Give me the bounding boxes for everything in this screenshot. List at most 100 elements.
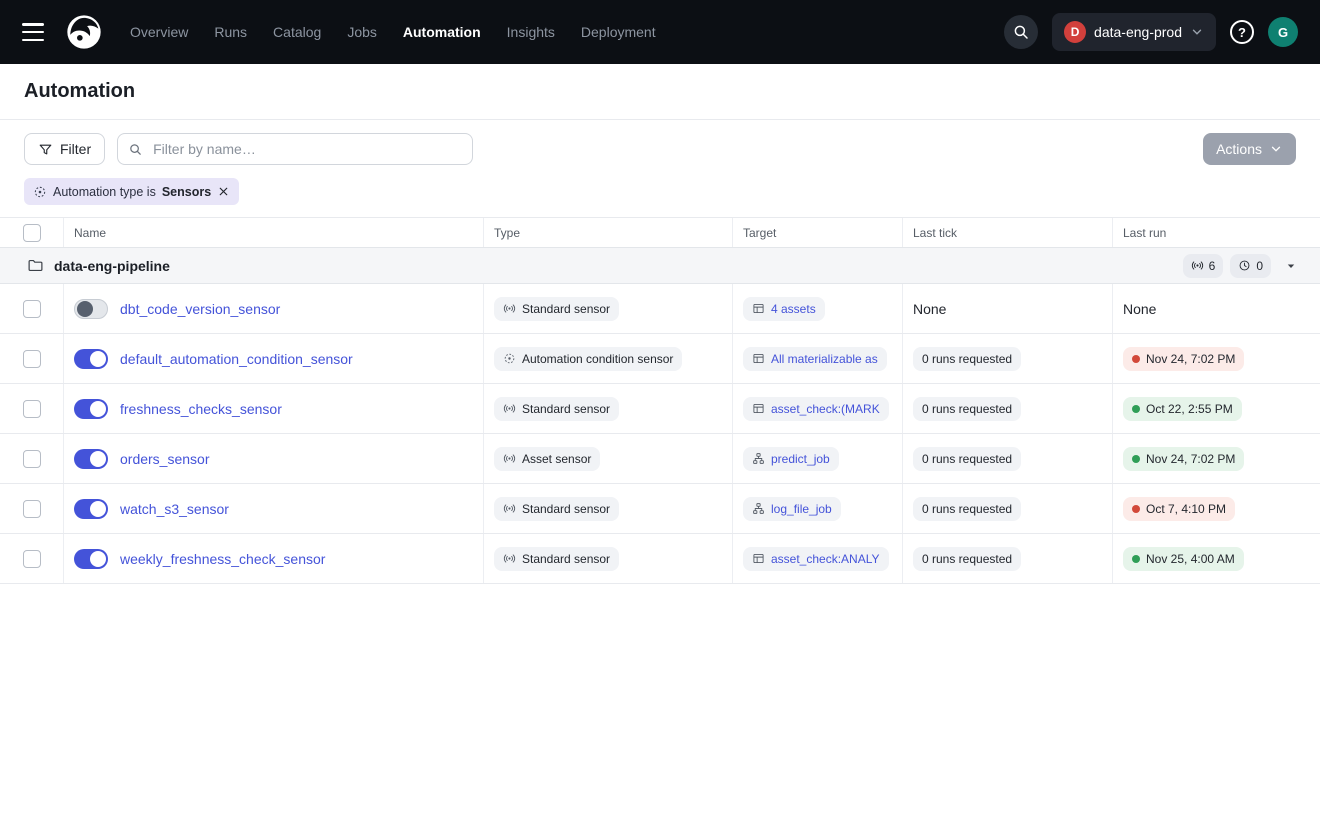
nav-item-overview[interactable]: Overview [130,24,188,40]
target-badge: predict_job [743,447,839,471]
last-tick-badge: 0 runs requested [913,447,1021,471]
automation-table: Name Type Target Last tick Last run data… [0,218,1320,584]
target-badge: 4 assets [743,297,825,321]
main-nav: Overview Runs Catalog Jobs Automation In… [130,24,656,40]
row-checkbox[interactable] [23,450,41,468]
chevron-down-icon [1269,142,1283,156]
target-link[interactable]: asset_check:ANALY [771,552,880,566]
sensor-name-link[interactable]: default_automation_condition_sensor [120,351,353,367]
sensor-icon [503,552,516,565]
run-status-dot [1132,555,1140,563]
sensor-type-badge: Standard sensor [494,397,619,421]
column-header-last-run: Last run [1113,218,1320,247]
close-icon[interactable] [217,185,230,198]
sensor-name-link[interactable]: weekly_freshness_check_sensor [120,551,325,567]
target-link[interactable]: 4 assets [771,302,816,316]
actions-button[interactable]: Actions [1203,133,1296,165]
target-link[interactable]: predict_job [771,452,830,466]
sensor-name-link[interactable]: orders_sensor [120,451,210,467]
nav-item-runs[interactable]: Runs [214,24,247,40]
nav-item-automation[interactable]: Automation [403,24,481,40]
schedule-count-badge: 0 [1230,254,1271,278]
sensor-icon [503,302,516,315]
table-row: weekly_freshness_check_sensor Standard s… [0,534,1320,584]
target-link[interactable]: asset_check:(MARK [771,402,880,416]
target-badge: log_file_job [743,497,841,521]
filter-button[interactable]: Filter [24,133,105,165]
sensor-type-badge: Automation condition sensor [494,347,682,371]
code-location-group-row: data-eng-pipeline 6 0 [0,248,1320,284]
last-run-badge[interactable]: Oct 7, 4:10 PM [1123,497,1235,521]
deployment-selector[interactable]: D data-eng-prod [1052,13,1216,51]
sensor-name-link[interactable]: freshness_checks_sensor [120,401,282,417]
last-tick-badge: 0 runs requested [913,547,1021,571]
page-header: Automation [0,64,1320,120]
sensor-name-link[interactable]: watch_s3_sensor [120,501,229,517]
code-location-name: data-eng-pipeline [54,258,170,274]
user-avatar[interactable]: G [1268,17,1298,47]
last-tick-value: None [913,301,946,317]
job-icon [752,502,765,515]
sensor-toggle[interactable] [74,349,108,369]
automation-condition-icon [503,352,516,365]
last-run-badge[interactable]: Nov 24, 7:02 PM [1123,447,1244,471]
nav-item-deployment[interactable]: Deployment [581,24,656,40]
deployment-name: data-eng-prod [1094,24,1182,40]
column-header-type: Type [484,218,733,247]
last-run-badge[interactable]: Nov 24, 7:02 PM [1123,347,1244,371]
name-filter-input[interactable] [151,140,462,158]
last-tick-badge: 0 runs requested [913,497,1021,521]
column-header-target: Target [733,218,903,247]
select-all-checkbox[interactable] [23,224,41,242]
row-checkbox[interactable] [23,400,41,418]
collapse-group-icon[interactable] [1278,257,1304,275]
table-row: dbt_code_version_sensor Standard sensor … [0,284,1320,334]
sensor-toggle[interactable] [74,499,108,519]
funnel-icon [38,142,53,157]
last-tick-badge: 0 runs requested [913,347,1021,371]
sensor-name-link[interactable]: dbt_code_version_sensor [120,301,280,317]
sensor-count-badge: 6 [1183,254,1224,278]
hamburger-menu-icon[interactable] [20,22,46,42]
row-checkbox[interactable] [23,500,41,518]
row-checkbox[interactable] [23,550,41,568]
nav-item-catalog[interactable]: Catalog [273,24,321,40]
nav-item-insights[interactable]: Insights [507,24,555,40]
filter-button-label: Filter [60,141,91,157]
dagster-logo-icon[interactable] [64,12,104,52]
last-run-badge[interactable]: Oct 22, 2:55 PM [1123,397,1242,421]
table-row: orders_sensor Asset sensor predict_job 0… [0,434,1320,484]
row-checkbox[interactable] [23,350,41,368]
search-icon [1012,23,1030,41]
sensor-toggle[interactable] [74,399,108,419]
sensor-type-badge: Standard sensor [494,547,619,571]
sensor-toggle[interactable] [74,449,108,469]
sensor-type-badge: Standard sensor [494,497,619,521]
sensor-type-badge: Asset sensor [494,447,600,471]
sensor-icon [503,502,516,515]
target-badge: asset_check:ANALY [743,547,889,571]
target-badge: asset_check:(MARK [743,397,889,421]
automation-condition-icon [33,185,47,199]
asset-icon [752,552,765,565]
target-badge: All materializable as [743,347,887,371]
help-icon[interactable]: ? [1230,20,1254,44]
column-header-name: Name [64,218,484,247]
target-link[interactable]: All materializable as [771,352,878,366]
last-run-badge[interactable]: Nov 25, 4:00 AM [1123,547,1244,571]
nav-item-jobs[interactable]: Jobs [347,24,377,40]
deployment-badge: D [1064,21,1086,43]
chevron-down-icon [1190,25,1204,39]
global-search-button[interactable] [1004,15,1038,49]
actions-button-label: Actions [1216,141,1262,157]
sensor-toggle[interactable] [74,549,108,569]
table-header-row: Name Type Target Last tick Last run [0,218,1320,248]
target-link[interactable]: log_file_job [771,502,832,516]
sensor-icon [503,452,516,465]
run-status-dot [1132,455,1140,463]
row-checkbox[interactable] [23,300,41,318]
column-header-last-tick: Last tick [903,218,1113,247]
sensor-toggle[interactable] [74,299,108,319]
toolbar: Filter Actions [0,120,1320,178]
last-run-value: None [1123,301,1156,317]
